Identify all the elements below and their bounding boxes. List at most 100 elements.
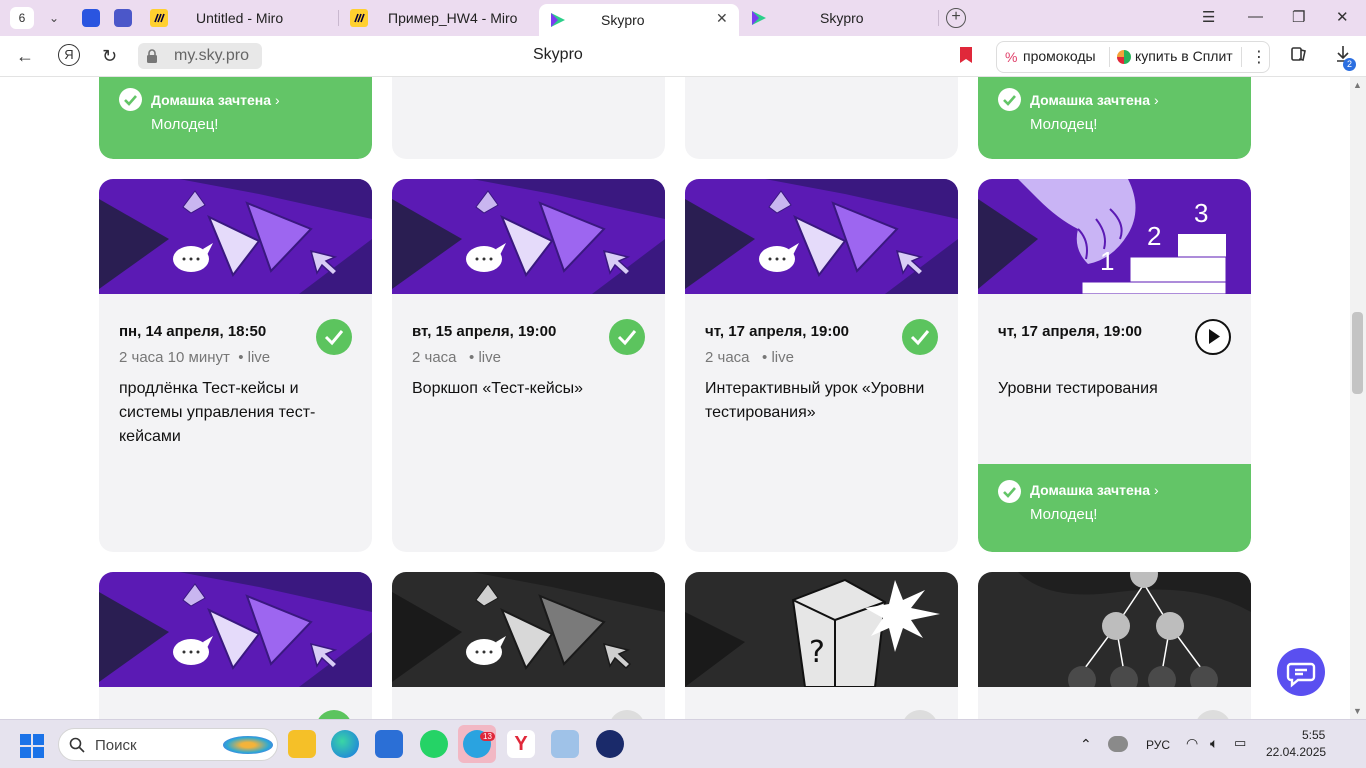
lesson-cover-image: [685, 179, 958, 294]
lesson-cover-image: [978, 179, 1251, 294]
stair-number: 2: [1147, 221, 1162, 251]
vertical-scrollbar[interactable]: [1350, 77, 1366, 719]
homework-passed-banner[interactable]: Домашка зачтена › Молодец!: [99, 77, 372, 159]
lesson-cover-image: [392, 179, 665, 294]
lock-icon: [147, 49, 157, 63]
lesson-card[interactable]: чт, 17 апреля, 19:00 2 часа • live Интер…: [685, 179, 958, 552]
windows-taskbar: Поиск 13 Y ⌃ РУС ◠ 🔈︎ ▭ 5:55 22.04.2025: [0, 719, 1366, 768]
search-icon: [69, 737, 85, 753]
more-options-icon[interactable]: ⋮: [1251, 47, 1267, 67]
taskbar-search[interactable]: Поиск: [58, 728, 278, 761]
promocodes-button[interactable]: промокоды: [1023, 48, 1096, 64]
yandex-browser-icon[interactable]: Y: [507, 730, 535, 758]
file-explorer-icon[interactable]: [288, 730, 316, 758]
lesson-card-partial[interactable]: [392, 77, 665, 159]
tab-example-hw4-miro[interactable]: Пример_HW4 - Miro: [342, 4, 534, 32]
pinned-tab-quotes-icon[interactable]: [82, 9, 100, 27]
chat-bubble-icon: [1286, 662, 1316, 688]
skypro-logo-icon: [549, 11, 567, 29]
chevron-right-icon: ›: [274, 92, 280, 108]
ms-store-icon[interactable]: [375, 730, 403, 758]
lesson-card-partial[interactable]: [978, 572, 1251, 719]
lesson-cover-image: [392, 572, 665, 687]
lesson-format: live: [247, 349, 271, 366]
tab-skypro-active[interactable]: Skypro: [539, 4, 739, 36]
lesson-duration: 2 часа: [412, 349, 457, 366]
promo-toolbar: % промокоды купить в Сплит ⋮: [996, 41, 1270, 73]
yandex-logo-icon[interactable]: Я: [58, 44, 80, 66]
tab-bar: 6 ⌄ Untitled - Miro Пример_HW4 - Miro Sk…: [0, 0, 1366, 36]
lesson-card[interactable]: вт, 15 апреля, 19:00 2 часа • live Воркш…: [392, 179, 665, 552]
lesson-card-partial[interactable]: [392, 572, 665, 719]
homework-praise: Молодец!: [151, 116, 219, 133]
stair-number: 1: [1100, 246, 1115, 276]
lesson-title[interactable]: Интерактивный урок «Уровни тестирования»: [705, 377, 935, 425]
homework-passed-banner[interactable]: Домашка зачтена › Молодец!: [978, 77, 1251, 159]
status-icon: [609, 710, 645, 719]
lesson-card-partial[interactable]: [685, 77, 958, 159]
lesson-title[interactable]: Уровни тестирования: [998, 377, 1228, 401]
clock-date[interactable]: 22.04.2025: [1266, 745, 1326, 759]
percent-icon: %: [1005, 49, 1018, 65]
check-circle-icon: [119, 88, 142, 111]
browser-menu-icon[interactable]: ☰: [1202, 8, 1215, 26]
windows-start-icon[interactable]: [20, 734, 44, 763]
scrollbar-thumb[interactable]: [1352, 312, 1363, 394]
lesson-card-partial[interactable]: Домашка зачтена › Молодец!: [99, 77, 372, 159]
lesson-card[interactable]: пн, 14 апреля, 18:50 2 часа 10 минут • l…: [99, 179, 372, 552]
check-circle-icon: [998, 480, 1021, 503]
tab-divider: [338, 10, 339, 26]
tab-untitled-miro[interactable]: Untitled - Miro: [142, 4, 332, 32]
mail-icon[interactable]: [551, 730, 579, 758]
app-target-icon[interactable]: [596, 730, 624, 758]
wifi-icon[interactable]: ◠: [1186, 735, 1198, 752]
support-chat-button[interactable]: [1277, 648, 1325, 696]
chevron-right-icon: ›: [1153, 92, 1159, 108]
status-icon: [902, 710, 938, 719]
completed-check-icon: [902, 319, 938, 355]
lesson-format: live: [478, 349, 501, 366]
battery-icon[interactable]: ▭: [1234, 735, 1246, 751]
whatsapp-icon[interactable]: [420, 730, 448, 758]
restore-window-icon[interactable]: ❐: [1292, 8, 1305, 26]
stair-number: 3: [1194, 198, 1209, 228]
buy-split-button[interactable]: купить в Сплит: [1135, 48, 1233, 64]
show-hidden-icons-chevron-icon[interactable]: ⌃: [1080, 736, 1092, 753]
back-arrow-icon[interactable]: ←: [16, 46, 34, 67]
tabs-menu-chevron-icon[interactable]: ⌄: [40, 6, 68, 30]
homework-status: Домашка зачтена: [1030, 92, 1151, 108]
homework-passed-banner[interactable]: Домашка зачтена › Молодец!: [978, 464, 1251, 552]
reload-icon[interactable]: ↻: [102, 46, 117, 67]
bookmark-icon[interactable]: [960, 47, 972, 63]
lesson-cover-image: ?: [685, 572, 958, 687]
tab-label: Skypro: [820, 10, 864, 26]
tab-label: Пример_HW4 - Miro: [388, 10, 518, 26]
collections-icon[interactable]: [1290, 45, 1308, 68]
pinned-tab-app-icon[interactable]: [114, 9, 132, 27]
homework-praise: Молодец!: [1030, 116, 1098, 133]
page-title: Skypro: [533, 46, 583, 63]
lesson-card-partial[interactable]: [99, 572, 372, 719]
tab-counter[interactable]: 6: [10, 7, 34, 29]
homework-status: Домашка зачтена: [1030, 482, 1151, 498]
scroll-down-arrow-icon[interactable]: ▼: [1353, 706, 1362, 716]
clock-time[interactable]: 5:55: [1302, 728, 1325, 742]
close-tab-icon[interactable]: ✕: [716, 10, 728, 27]
new-tab-plus-icon[interactable]: +: [946, 8, 966, 28]
divider: [1109, 47, 1110, 67]
close-window-icon[interactable]: ✕: [1336, 8, 1349, 26]
lesson-title[interactable]: Воркшоп «Тест-кейсы»: [412, 377, 642, 401]
minimize-window-icon[interactable]: —: [1248, 8, 1263, 25]
scroll-up-arrow-icon[interactable]: ▲: [1353, 80, 1362, 90]
network-status-icon[interactable]: [1108, 736, 1128, 752]
tab-skypro[interactable]: Skypro: [744, 4, 936, 32]
lesson-card-partial[interactable]: Домашка зачтена › Молодец!: [978, 77, 1251, 159]
lesson-card[interactable]: 1 2 3 чт, 17 апреля, 19:00 Уровни тестир…: [978, 179, 1251, 552]
edge-browser-icon[interactable]: [331, 730, 359, 758]
input-language[interactable]: РУС: [1146, 738, 1170, 752]
homework-status: Домашка зачтена: [151, 92, 272, 108]
play-icon[interactable]: [1195, 319, 1231, 355]
lesson-title[interactable]: продлёнка Тест-кейсы и системы управлени…: [119, 377, 349, 449]
volume-icon[interactable]: 🔈︎: [1210, 735, 1218, 752]
lesson-card-partial[interactable]: ?: [685, 572, 958, 719]
